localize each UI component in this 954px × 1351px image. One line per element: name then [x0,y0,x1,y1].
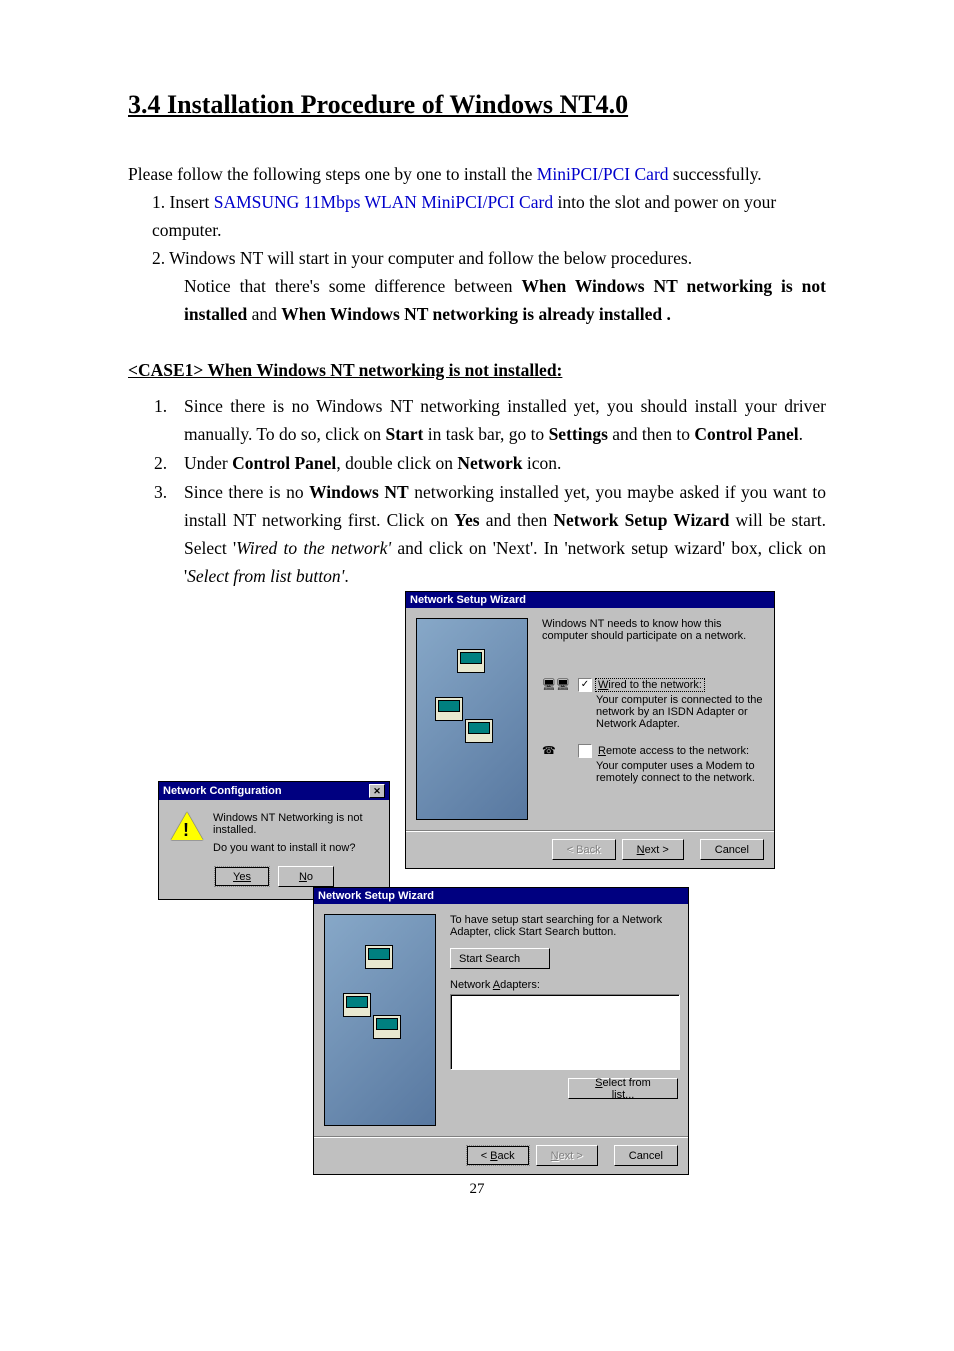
cancel-label: Cancel [715,844,749,856]
wired-checkbox[interactable]: ✓ [578,678,592,692]
c1-2-text2: , double click on [336,453,457,473]
step-2: 2. Windows NT will start in your compute… [152,244,826,272]
c1-1-end: . [799,424,803,444]
next-button[interactable]: Next > [622,839,684,860]
list-number: 2. [154,449,184,477]
list-number: 3. [154,478,184,590]
intro-suffix: successfully. [669,164,762,184]
kw-windows-nt: Windows NT [309,482,409,502]
intro-prefix: Please follow the following steps one by… [128,164,537,184]
notice-bold2: When Windows NT networking is already in… [281,304,671,324]
case1-heading: <CASE1> When Windows NT networking is no… [128,356,826,384]
no-button[interactable]: No [278,866,334,887]
yes-label: Yes [233,871,251,883]
back-label: < Back [481,1150,515,1162]
page-number: 27 [128,1181,826,1198]
next-button: Next > [536,1145,598,1166]
intro-paragraph: Please follow the following steps one by… [128,160,826,188]
kw-start: Start [385,424,423,444]
body-text: Please follow the following steps one by… [128,160,826,590]
network-adapters-list[interactable] [450,994,680,1070]
case1-item-2: 2. Under Control Panel, double click on … [154,449,826,477]
remote-label: Remote access to the network: [598,745,749,757]
network-setup-wizard-1: Network Setup Wizard Windows NT needs to… [405,591,775,869]
yes-button[interactable]: Yes [214,866,270,887]
kw-select-from-list: Select from list button' [187,566,344,586]
kw-network-setup-wizard: Network Setup Wizard [553,510,729,530]
step1-prefix: 1. Insert [152,192,214,212]
dialog-titlebar[interactable]: Network Setup Wizard [406,592,774,608]
back-button: < Back [552,839,616,860]
c1-1-text2: in task bar, go to [423,424,548,444]
back-button[interactable]: < Back [466,1145,530,1166]
c1-3-text3: and then [480,510,554,530]
wired-network-icon: 🖥🖥 [542,678,570,702]
close-icon[interactable]: ✕ [369,784,385,798]
dialog-title: Network Setup Wizard [410,594,526,606]
product-link: MiniPCI/PCI Card [537,164,669,184]
wizard-intro: To have setup start searching for a Netw… [450,914,678,938]
screenshot-area: Network Configuration ✕ Windows NT Netwo… [128,591,826,1171]
list-number: 1. [154,392,184,448]
kw-network: Network [457,453,522,473]
step-2-notice: Notice that there's some difference betw… [184,272,826,328]
remote-access-icon: ☎ [542,744,570,768]
wizard-graphic [324,914,436,1126]
remote-desc: Your computer uses a Modem to remotely c… [596,760,764,784]
notice-mid: and [247,304,281,324]
c1-2-text: Under [184,453,232,473]
section-title: 3.4 Installation Procedure of Windows NT… [128,90,826,120]
cancel-label: Cancel [629,1150,663,1162]
start-search-label: Start Search [459,953,520,965]
network-configuration-dialog: Network Configuration ✕ Windows NT Netwo… [158,781,390,900]
dialog-title: Network Configuration [163,785,282,797]
c1-1-text3: and then to [608,424,695,444]
next-label: Next > [637,844,669,856]
case1-item-3: 3. Since there is no Windows NT networki… [154,478,826,590]
kw-control-panel: Control Panel [694,424,798,444]
no-label: No [299,871,313,883]
step-1: 1. Insert SAMSUNG 11Mbps WLAN MiniPCI/PC… [152,188,826,244]
c1-2-end: icon. [522,453,561,473]
dialog-title: Network Setup Wizard [318,890,434,902]
dialog-titlebar[interactable]: Network Setup Wizard [314,888,688,904]
dialog1-line1: Windows NT Networking is not installed. [213,812,377,836]
warning-icon [171,812,203,844]
dialog1-line2: Do you want to install it now? [213,842,377,854]
product-name-link: SAMSUNG 11Mbps WLAN MiniPCI/PCI Card [214,192,553,212]
wired-desc: Your computer is connected to the networ… [596,694,764,730]
network-setup-wizard-2: Network Setup Wizard To have setup start… [313,887,689,1175]
start-search-button[interactable]: Start Search [450,948,550,969]
notice-prefix: Notice that there's some difference betw… [184,276,521,296]
document-page: 3.4 Installation Procedure of Windows NT… [0,0,954,1238]
select-from-list-button[interactable]: Select from list... [568,1078,678,1099]
c1-3-text: Since there is no [184,482,309,502]
kw-wired: Wired to the network' [236,538,391,558]
c1-3-end: . [344,566,348,586]
wired-label: Wired to the network: [595,678,705,692]
kw-control-panel: Control Panel [232,453,336,473]
wizard-intro: Windows NT needs to know how this comput… [542,618,764,642]
remote-checkbox[interactable] [578,744,592,758]
back-label: < Back [567,844,601,856]
next-label: Next > [551,1150,583,1162]
wizard-graphic [416,618,528,820]
cancel-button[interactable]: Cancel [614,1145,678,1166]
adapters-label: Network Adapters: [450,979,678,991]
kw-yes: Yes [454,510,479,530]
select-list-label: Select from list... [583,1077,663,1101]
kw-settings: Settings [549,424,608,444]
dialog-titlebar[interactable]: Network Configuration ✕ [159,782,389,800]
case1-item-1: 1. Since there is no Windows NT networki… [154,392,826,448]
case1-list: 1. Since there is no Windows NT networki… [154,392,826,590]
cancel-button[interactable]: Cancel [700,839,764,860]
